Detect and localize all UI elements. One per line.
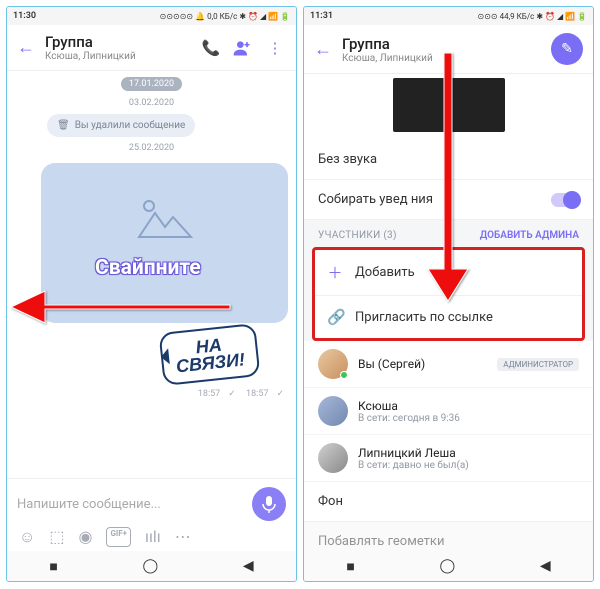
nav-home[interactable]: ◯ — [143, 558, 159, 574]
nav-recent[interactable]: ■ — [49, 558, 57, 575]
audio-icon[interactable]: ıılı — [145, 527, 161, 547]
member-row[interactable]: Вы (Сергей) АДМИНИСТРАТОР — [304, 341, 593, 388]
member-row[interactable]: КсюшаВ сети: сегодня в 9:36 — [304, 388, 593, 435]
mic-button[interactable] — [252, 487, 286, 521]
date-pill: 17.01.2020 — [121, 77, 182, 91]
nav-home[interactable]: ◯ — [440, 558, 456, 574]
status-time: 11:30 — [13, 11, 36, 21]
member-row[interactable]: Липницкий ЛешаВ сети: давно не был(а) — [304, 435, 593, 482]
invite-link[interactable]: 🔗 Пригласить по ссылке — [315, 296, 582, 338]
sticker-icon[interactable]: ☺ — [19, 527, 35, 547]
geo-setting[interactable]: Побавлять геометки — [304, 522, 593, 551]
avatar — [318, 443, 348, 473]
avatar — [318, 349, 348, 379]
menu-icon[interactable]: ⋮ — [264, 39, 286, 57]
add-admin-link[interactable]: ДОБАВИТЬ АДМИНА — [480, 230, 579, 241]
chat-body: 17.01.2020 03.02.2020 🗑Вы удалили сообще… — [7, 71, 296, 478]
more-icon[interactable]: ⋯ — [175, 527, 191, 547]
chat-subtitle: Ксюша, Липницкий — [45, 51, 190, 62]
add-user-icon[interactable] — [232, 38, 254, 58]
deleted-message: 🗑Вы удалили сообщение — [47, 114, 195, 137]
edit-button[interactable]: ✎ — [551, 33, 583, 65]
link-icon: 🔗 — [327, 308, 343, 326]
gallery-icon[interactable]: ⬚ — [49, 527, 64, 547]
collect-notifications[interactable]: Собирать увед ния — [304, 180, 593, 220]
avatar — [318, 396, 348, 426]
phone-right: 11:31 ⊙⊙⊙44,9 КБ/с✱ ⏰ ◢ 📶 🔋 ← Группа Ксю… — [303, 6, 594, 582]
nav-bar: ■ ◯ ◀ — [7, 551, 296, 581]
message-input[interactable]: Напишите сообщение... — [17, 497, 244, 512]
chat-title: Группа — [45, 33, 190, 51]
group-subtitle: Ксюша, Липницкий — [342, 53, 541, 64]
status-icons: ⊙⊙⊙⊙⊙ 🔔0,0 КБ/с✱ ⏰ ◢ 📶 🔋 — [160, 12, 290, 21]
mountain-icon — [135, 197, 195, 243]
group-header: ← Группа Ксюша, Липницкий ✎ — [304, 25, 593, 74]
image-sticker[interactable] — [41, 163, 288, 323]
toggle-on[interactable] — [551, 193, 579, 207]
call-icon[interactable]: 📞 — [200, 39, 222, 57]
input-bar: Напишите сообщение... ☺ ⬚ ◉ GIF+ ıılı ⋯ — [7, 478, 296, 551]
participants-header: УЧАСТНИКИ (3) ДОБАВИТЬ АДМИНА — [304, 220, 593, 247]
nav-back[interactable]: ◀ — [243, 558, 254, 574]
chat-header: ← Группа Ксюша, Липницкий 📞 ⋮ — [7, 25, 296, 71]
status-icons: ⊙⊙⊙44,9 КБ/с✱ ⏰ ◢ 📶 🔋 — [477, 12, 587, 21]
sticker-na-svyazi[interactable]: НАСВЯЗИ! — [158, 323, 260, 386]
mute-setting[interactable]: Без звука — [304, 140, 593, 180]
status-bar: 11:30 ⊙⊙⊙⊙⊙ 🔔0,0 КБ/с✱ ⏰ ◢ 📶 🔋 — [7, 7, 296, 25]
status-bar: 11:31 ⊙⊙⊙44,9 КБ/с✱ ⏰ ◢ 📶 🔋 — [304, 7, 593, 25]
nav-back[interactable]: ◀ — [540, 558, 551, 574]
date-label: 03.02.2020 — [7, 94, 296, 112]
trash-icon: 🗑 — [57, 120, 70, 131]
gif-icon[interactable]: GIF+ — [106, 527, 131, 547]
back-icon[interactable]: ← — [17, 37, 35, 58]
add-participant[interactable]: ＋ Добавить — [315, 250, 582, 296]
group-title: Группа — [342, 35, 541, 53]
media-thumb[interactable] — [451, 78, 505, 132]
back-icon[interactable]: ← — [314, 39, 332, 60]
date-label: 25.02.2020 — [7, 139, 296, 157]
media-row[interactable] — [304, 74, 593, 140]
invite-actions-highlight: ＋ Добавить 🔗 Пригласить по ссылке — [312, 247, 585, 341]
nav-recent[interactable]: ■ — [346, 558, 354, 575]
plus-icon: ＋ — [327, 262, 343, 283]
phone-left: 11:30 ⊙⊙⊙⊙⊙ 🔔0,0 КБ/с✱ ⏰ ◢ 📶 🔋 ← Группа … — [6, 6, 297, 582]
nav-bar: ■ ◯ ◀ — [304, 551, 593, 581]
admin-badge: АДМИНИСТРАТОР — [497, 358, 579, 371]
media-thumb[interactable] — [393, 78, 447, 132]
status-time: 11:31 — [310, 11, 333, 21]
camera-icon[interactable]: ◉ — [78, 527, 92, 547]
background-setting[interactable]: Фон — [304, 482, 593, 522]
